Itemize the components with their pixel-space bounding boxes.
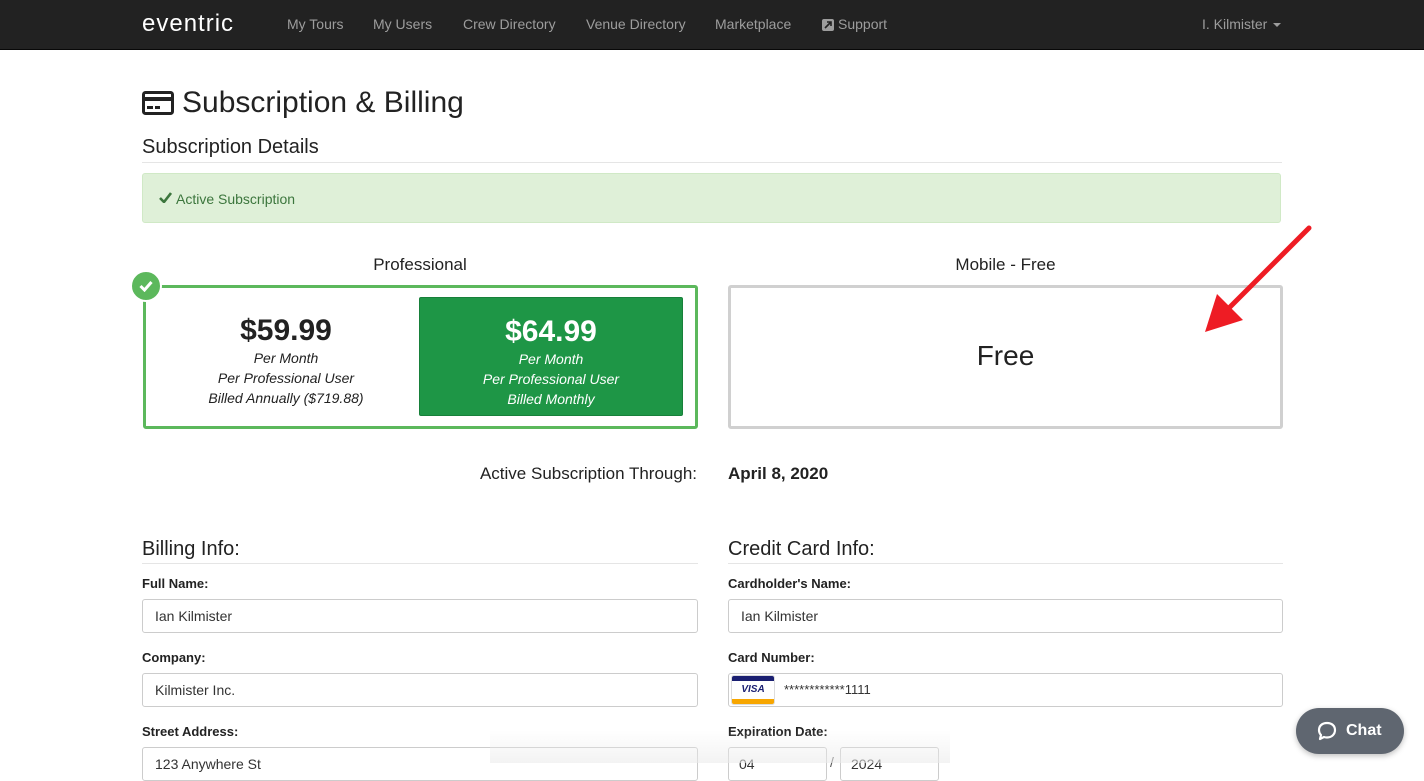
plan-card-professional[interactable]: $59.99 Per Month Per Professional User B… bbox=[143, 285, 698, 429]
company-field[interactable]: Kilmister Inc. bbox=[142, 673, 698, 707]
check-icon bbox=[139, 281, 153, 292]
nav-support[interactable]: Support bbox=[822, 16, 887, 32]
red-arrow-annotation bbox=[1205, 225, 1312, 332]
street-address-label: Street Address: bbox=[142, 724, 239, 739]
bottom-fade bbox=[490, 730, 950, 763]
nav-marketplace[interactable]: Marketplace bbox=[715, 16, 791, 32]
plan-name-professional: Professional bbox=[373, 255, 467, 274]
annual-line-1: Per Month bbox=[253, 350, 319, 366]
credit-card-info-heading: Credit Card Info: bbox=[728, 538, 875, 560]
support-label: Support bbox=[838, 16, 888, 32]
monthly-line-3: Billed Monthly bbox=[507, 391, 595, 407]
cardholder-name-field[interactable]: Ian Kilmister bbox=[728, 599, 1283, 633]
cardholder-name-label: Cardholder's Name: bbox=[728, 576, 852, 591]
price-option-annual[interactable]: $59.99 Per Month Per Professional User B… bbox=[146, 314, 426, 408]
annual-price: $59.99 bbox=[240, 314, 332, 347]
svg-text:eventric: eventric bbox=[142, 11, 234, 37]
check-icon bbox=[159, 192, 172, 203]
card-number-label: Card Number: bbox=[728, 650, 815, 665]
chat-button[interactable]: Chat bbox=[1296, 708, 1404, 754]
page-title-text: Subscription & Billing bbox=[182, 86, 464, 119]
user-menu-dropdown[interactable]: I. Kilmister bbox=[1202, 16, 1282, 32]
selected-check-badge bbox=[130, 270, 162, 302]
nav-venue-directory[interactable]: Venue Directory bbox=[586, 16, 686, 32]
page-title: Subscription & Billing bbox=[142, 86, 464, 120]
visa-brand-text: VISA bbox=[741, 684, 765, 695]
alert-text: Active Subscription bbox=[176, 191, 296, 207]
chat-label: Chat bbox=[1346, 722, 1382, 739]
price-option-monthly-selected[interactable]: $64.99 Per Month Per Professional User B… bbox=[419, 297, 683, 416]
active-through-label: Active Subscription Through: bbox=[479, 464, 697, 483]
full-name-label: Full Name: bbox=[142, 576, 209, 591]
visa-band-top bbox=[732, 676, 774, 681]
billing-divider bbox=[142, 563, 698, 564]
monthly-price: $64.99 bbox=[505, 315, 597, 348]
mobile-free-price: Free bbox=[976, 340, 1035, 371]
top-navbar: eventric My Tours My Users Crew Director… bbox=[0, 0, 1424, 50]
monthly-line-1: Per Month bbox=[518, 351, 584, 367]
card-divider bbox=[728, 563, 1283, 564]
chat-bubble-icon bbox=[1317, 721, 1337, 741]
company-label: Company: bbox=[142, 650, 206, 665]
visa-card-icon: VISA bbox=[731, 675, 775, 705]
section-title: Subscription Details bbox=[142, 136, 319, 158]
billing-info-heading: Billing Info: bbox=[142, 538, 240, 560]
eventric-logo[interactable]: eventric bbox=[142, 11, 254, 37]
credit-card-icon bbox=[142, 91, 174, 115]
visa-band-bottom bbox=[732, 699, 774, 704]
active-subscription-alert: Active Subscription bbox=[142, 173, 1281, 223]
user-name: I. Kilmister bbox=[1202, 16, 1268, 32]
external-link-icon bbox=[822, 19, 834, 31]
section-divider bbox=[142, 162, 1282, 163]
nav-crew-directory[interactable]: Crew Directory bbox=[463, 16, 556, 32]
active-through-date: April 8, 2020 bbox=[728, 464, 829, 483]
nav-my-tours[interactable]: My Tours bbox=[287, 16, 344, 32]
caret-down-icon bbox=[1273, 23, 1282, 28]
monthly-line-2: Per Professional User bbox=[482, 371, 620, 387]
card-number-field[interactable]: ************1111 bbox=[728, 673, 1283, 707]
full-name-field[interactable]: Ian Kilmister bbox=[142, 599, 698, 633]
annual-line-3: Billed Annually ($719.88) bbox=[208, 390, 364, 406]
nav-my-users[interactable]: My Users bbox=[373, 16, 432, 32]
annual-line-2: Per Professional User bbox=[217, 370, 355, 386]
